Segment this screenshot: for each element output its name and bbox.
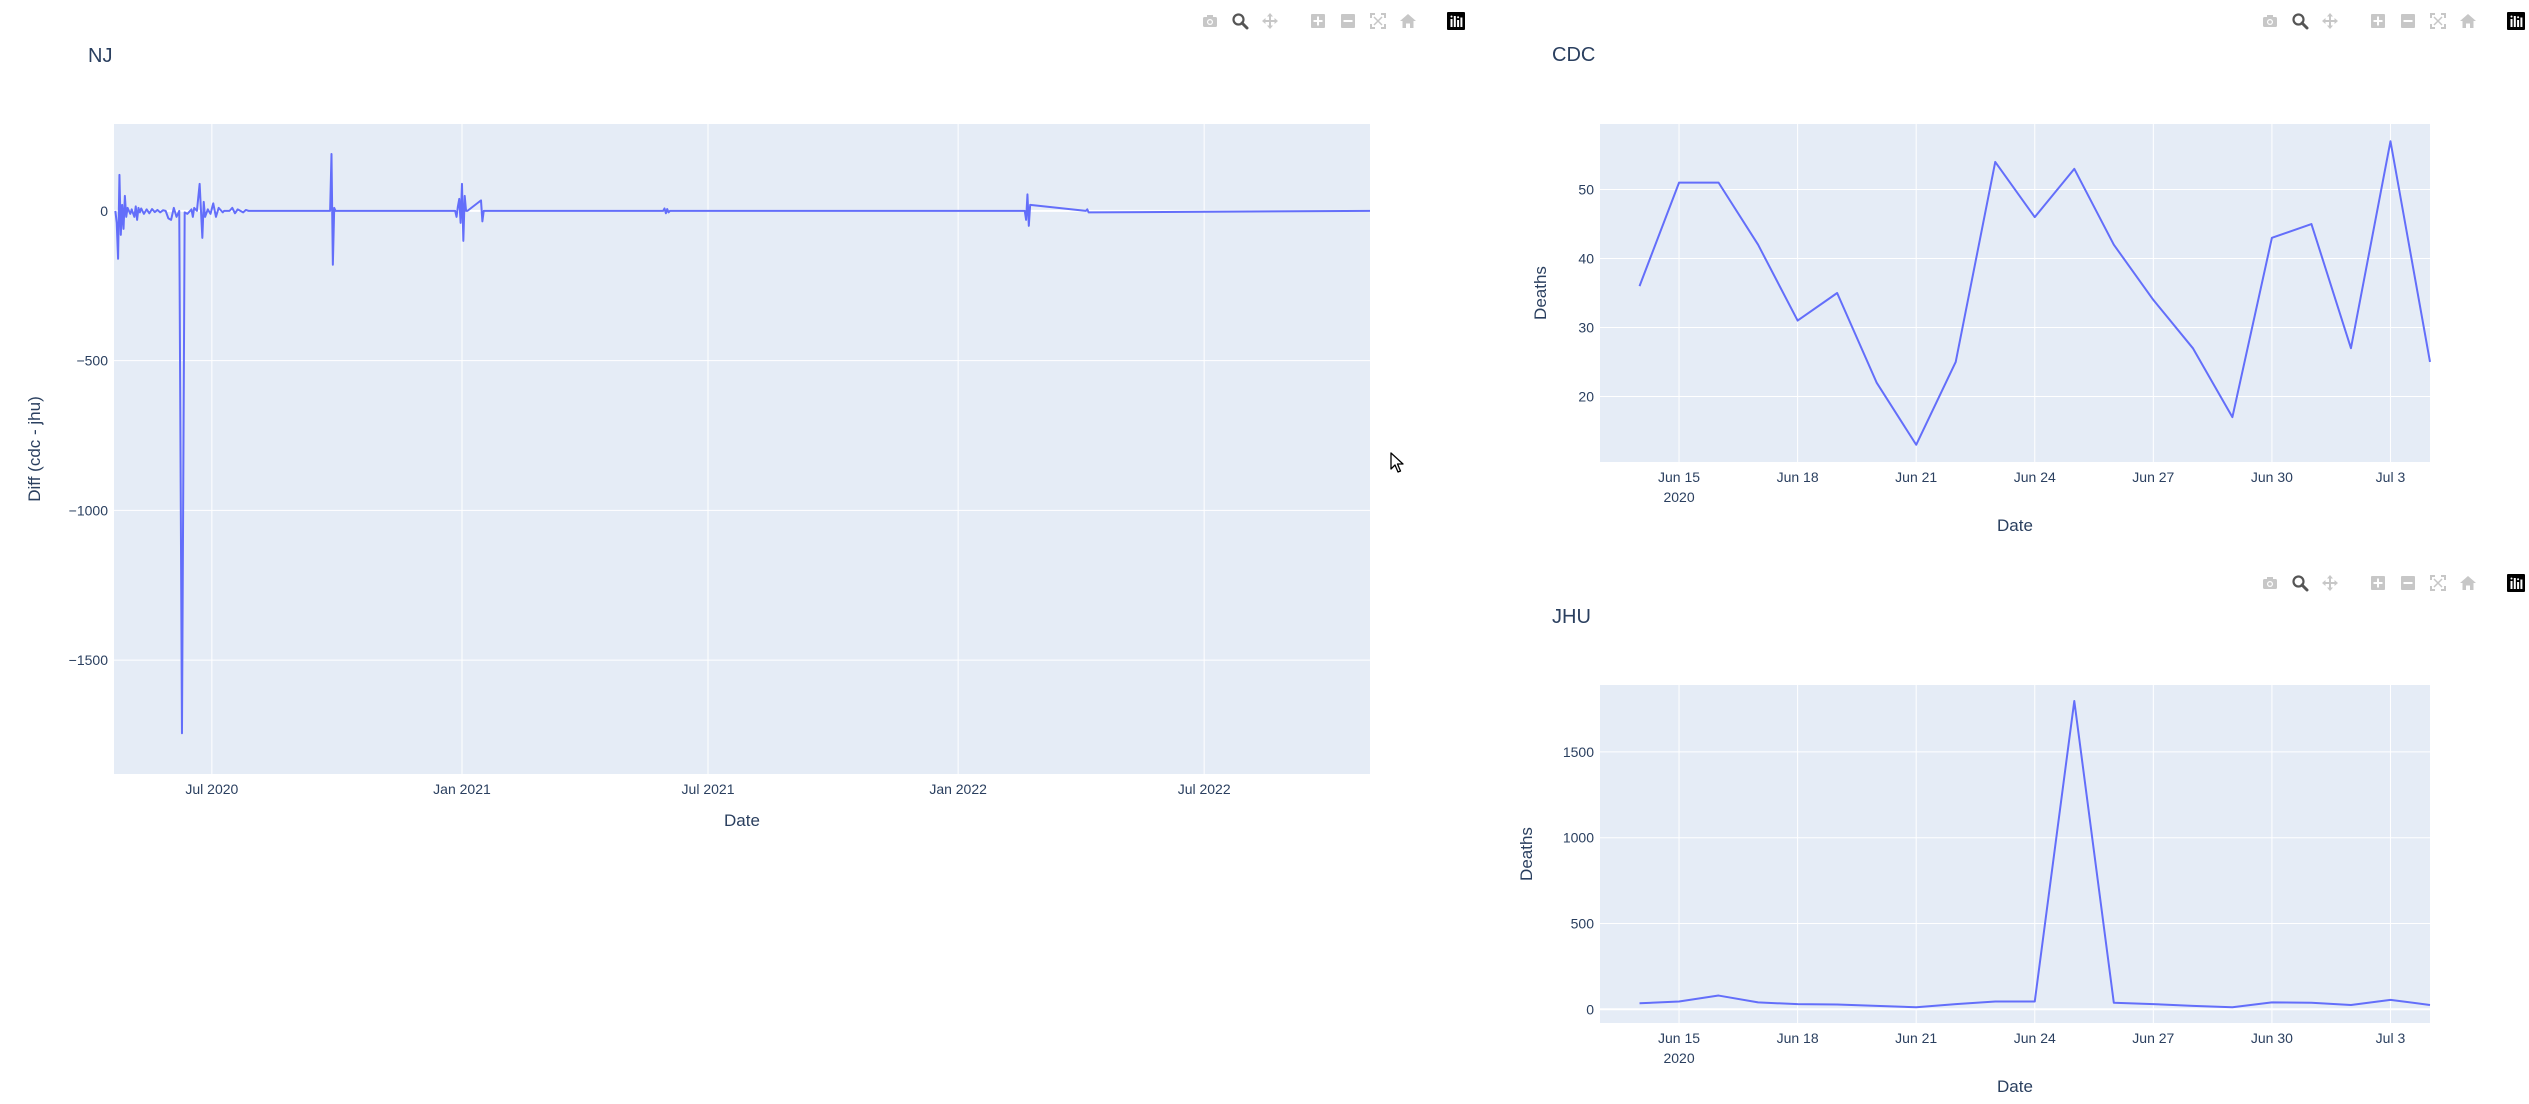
plot-area[interactable] <box>1600 124 2430 462</box>
y-tick-label: 0 <box>100 203 108 219</box>
chart-nj: Jul 2020 Jan 2021 Jul 2021 Jan 2022 Jul 2022… <box>0 0 1480 840</box>
plot-area[interactable] <box>1600 685 2430 1023</box>
y-tick-label: 30 <box>1578 319 1594 335</box>
x-tick-label: Jun 18 <box>1777 1030 1819 1046</box>
y-tick-label: 20 <box>1578 388 1594 404</box>
x-tick-label: Jun 21 <box>1895 1030 1937 1046</box>
x-tick-label: Jun 27 <box>2132 469 2174 485</box>
chart-title: CDC <box>1552 44 1595 66</box>
chart-nj-svg: Jul 2020 Jan 2021 Jul 2021 Jan 2022 Jul 2022… <box>25 45 1371 830</box>
x-tick-label: Jul 3 <box>2376 1030 2406 1046</box>
y-tick-label: 1500 <box>1563 744 1594 760</box>
y-tick-label: 50 <box>1578 182 1594 198</box>
y-tick-label: −1000 <box>69 502 109 518</box>
x-tick-label: Jul 2021 <box>682 781 735 797</box>
x-tick-label: Jan 2022 <box>929 781 987 797</box>
x-tick-label: Jun 15 <box>1658 469 1700 485</box>
x-tick-label: Jul 3 <box>2376 469 2406 485</box>
x-tick-label: Jan 2021 <box>433 781 491 797</box>
y-tick-label: −1500 <box>69 652 109 668</box>
x-tick-label: Jun 24 <box>2014 1030 2056 1046</box>
x-tick-label: Jun 30 <box>2251 1030 2293 1046</box>
y-tick-label: 1000 <box>1563 830 1594 846</box>
chart-title: JHU <box>1552 606 1591 628</box>
y-axis-title: Deaths <box>1531 266 1550 320</box>
x-tick-sublabel: 2020 <box>1663 489 1694 505</box>
x-tick-label: Jun 15 <box>1658 1030 1700 1046</box>
mouse-cursor-icon <box>1390 452 1404 473</box>
x-tick-label: Jun 18 <box>1777 469 1819 485</box>
x-tick-label: Jul 2020 <box>185 781 238 797</box>
chart-cdc-svg: Jun 15 2020 Jun 18 Jun 21 Jun 24 Jun 27 Jun 30… <box>1531 44 2431 535</box>
x-tick-label: Jul 2022 <box>1178 781 1231 797</box>
y-axis-title: Deaths <box>1517 827 1536 881</box>
x-tick-label: Jun 30 <box>2251 469 2293 485</box>
y-tick-label: 0 <box>1586 1001 1594 1017</box>
y-tick-label: 500 <box>1571 915 1595 931</box>
chart-jhu: Jun 15 2020 Jun 18 Jun 21 Jun 24 Jun 27 Jun 30… <box>1500 560 2529 1104</box>
plot-area[interactable] <box>114 124 1370 774</box>
x-tick-label: Jun 21 <box>1895 469 1937 485</box>
x-axis-title: Date <box>724 811 760 830</box>
x-tick-sublabel: 2020 <box>1663 1050 1694 1066</box>
chart-jhu-svg: Jun 15 2020 Jun 18 Jun 21 Jun 24 Jun 27 Jun 30… <box>1517 606 2431 1096</box>
x-axis-title: Date <box>1997 1077 2033 1096</box>
chart-cdc: Jun 15 2020 Jun 18 Jun 21 Jun 24 Jun 27 Jun 30… <box>1500 0 2529 560</box>
y-axis-title: Diff (cdc - jhu) <box>25 396 44 502</box>
y-tick-label: 40 <box>1578 251 1594 267</box>
x-tick-label: Jun 27 <box>2132 1030 2174 1046</box>
chart-title: NJ <box>88 45 112 67</box>
y-tick-label: −500 <box>76 353 108 369</box>
x-axis-title: Date <box>1997 516 2033 535</box>
x-tick-label: Jun 24 <box>2014 469 2056 485</box>
